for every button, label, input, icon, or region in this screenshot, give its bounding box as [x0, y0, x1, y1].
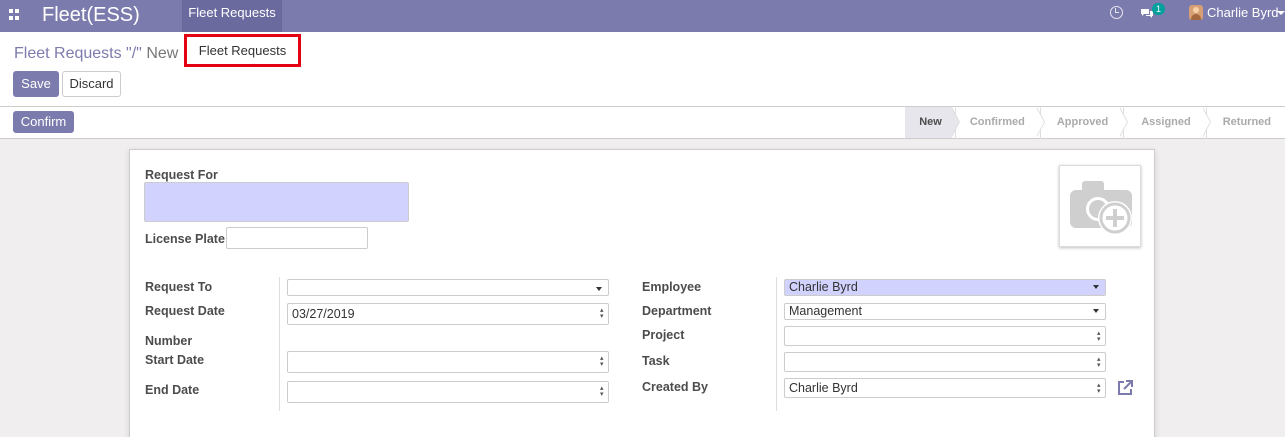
request-to-select[interactable] [287, 279, 609, 296]
start-date-label: Start Date [145, 353, 205, 367]
stage-separator [950, 107, 960, 138]
project-select[interactable]: ▴ ▾ [784, 326, 1106, 346]
stage-confirmed[interactable]: Confirmed [960, 107, 1037, 138]
caret-down-icon [596, 287, 602, 291]
employee-label: Employee [642, 280, 702, 294]
photo-upload[interactable] [1059, 165, 1141, 247]
user-menu[interactable]: Charlie Byrd [1207, 5, 1279, 21]
employee-select[interactable]: Charlie Byrd [784, 279, 1106, 296]
group-divider [776, 277, 777, 411]
stage-assigned[interactable]: Assigned [1128, 107, 1203, 138]
apps-grid-icon[interactable] [9, 9, 20, 20]
top-navbar: Fleet(ESS) Fleet Requests 1 Charlie Byrd [0, 0, 1285, 32]
request-date-input[interactable]: 03/27/2019 ▴ ▾ [287, 303, 609, 325]
project-label: Project [642, 328, 685, 342]
status-bar: Confirm New Confirmed Approved Assigned … [0, 107, 1285, 139]
app-brand[interactable]: Fleet(ESS) [42, 2, 140, 28]
department-label: Department [642, 304, 712, 318]
end-date-label: End Date [145, 383, 200, 397]
caret-down-icon [1093, 309, 1099, 313]
stage-separator [1119, 107, 1129, 138]
spinner-icon: ▴ ▾ [1097, 356, 1101, 369]
start-date-input[interactable]: ▴ ▾ [287, 351, 609, 373]
avatar[interactable] [1189, 5, 1203, 20]
license-plate-field[interactable] [226, 227, 368, 249]
stage-separator [1035, 107, 1045, 138]
task-label: Task [642, 354, 670, 368]
request-for-label: Request For [145, 168, 218, 182]
chevron-down-icon[interactable] [1277, 11, 1285, 15]
clock-icon[interactable] [1110, 6, 1123, 19]
external-link-icon[interactable] [1116, 379, 1134, 397]
stage-approved[interactable]: Approved [1045, 107, 1120, 138]
stage-new[interactable]: New [905, 107, 952, 138]
stage-pipeline: New Confirmed Approved Assigned Returned [905, 107, 1285, 138]
form-sheet: Request For License Plate Request To Req… [129, 149, 1155, 437]
spinner-icon: ▴ ▾ [600, 307, 604, 320]
menu-fleet-requests[interactable]: Fleet Requests [182, 0, 282, 32]
created-by-value: Charlie Byrd [789, 381, 858, 395]
request-date-value: 03/27/2019 [292, 307, 355, 321]
stage-separator [1201, 107, 1211, 138]
spinner-icon: ▴ ▾ [600, 385, 604, 398]
request-date-label: Request Date [145, 304, 225, 318]
spinner-icon: ▴ ▾ [1097, 382, 1101, 395]
department-select[interactable]: Management [784, 303, 1106, 320]
breadcrumb: Fleet Requests "/" New [14, 45, 178, 63]
confirm-button[interactable]: Confirm [13, 111, 74, 133]
stage-returned[interactable]: Returned [1211, 107, 1285, 138]
end-date-input[interactable]: ▴ ▾ [287, 381, 609, 403]
breadcrumb-current: New [146, 45, 179, 62]
spinner-icon: ▴ ▾ [600, 355, 604, 368]
caret-down-icon [1093, 285, 1099, 289]
chat-badge: 1 [1152, 3, 1165, 15]
discard-button[interactable]: Discard [62, 71, 121, 97]
created-by-label: Created By [642, 380, 708, 394]
number-label: Number [145, 334, 193, 348]
created-by-select[interactable]: Charlie Byrd ▴ ▾ [784, 378, 1106, 398]
breadcrumb-parent[interactable]: Fleet Requests "/" [14, 45, 142, 62]
employee-value: Charlie Byrd [789, 280, 858, 294]
group-divider [279, 277, 280, 411]
dropdown-item-fleet-requests[interactable]: Fleet Requests [184, 34, 301, 67]
spinner-icon: ▴ ▾ [1097, 330, 1101, 343]
department-value: Management [789, 304, 862, 318]
save-button[interactable]: Save [13, 71, 59, 97]
request-to-label: Request To [145, 280, 213, 294]
license-plate-label: License Plate [145, 232, 225, 246]
request-for-field[interactable] [144, 182, 409, 222]
task-select[interactable]: ▴ ▾ [784, 352, 1106, 372]
camera-plus-icon [1070, 181, 1132, 235]
